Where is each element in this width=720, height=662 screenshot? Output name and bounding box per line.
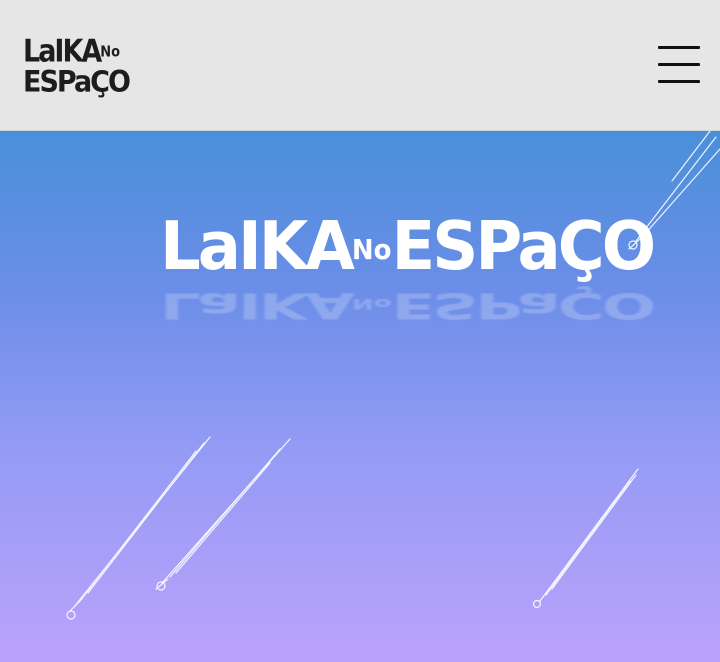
- menu-bar-top: [658, 46, 700, 49]
- reflection-espaco: ESPaÇO: [391, 284, 654, 326]
- hero-title-no: No: [351, 234, 392, 267]
- top-header: LaIKANo ESPaÇO: [0, 0, 720, 131]
- hamburger-menu-icon[interactable]: [658, 44, 700, 84]
- reflection-laika: LaIKA: [160, 284, 352, 326]
- site-logo[interactable]: LaIKANo ESPaÇO: [23, 34, 131, 98]
- hero-title-laika: LaIKA: [160, 207, 355, 286]
- shooting-star-icon: [532, 468, 639, 609]
- reflection-no: No: [351, 295, 392, 312]
- hero-title: LaIKANoESPaÇO: [160, 207, 656, 288]
- logo-word-espaco: ESPaÇO: [23, 64, 131, 99]
- menu-bar-bottom: [658, 80, 700, 83]
- logo-word-no: No: [100, 43, 121, 61]
- hero-title-block: LaIKANoESPaÇO LaIKANoESPaÇO: [160, 207, 656, 349]
- menu-bar-middle: [658, 63, 700, 66]
- hero-banner: LaIKANoESPaÇO LaIKANoESPaÇO: [0, 131, 720, 662]
- hero-title-espaco: ESPaÇO: [391, 207, 657, 286]
- shooting-star-icon: [155, 438, 291, 591]
- shooting-star-icon: [66, 436, 211, 620]
- hero-title-reflection: LaIKANoESPaÇO: [160, 284, 653, 326]
